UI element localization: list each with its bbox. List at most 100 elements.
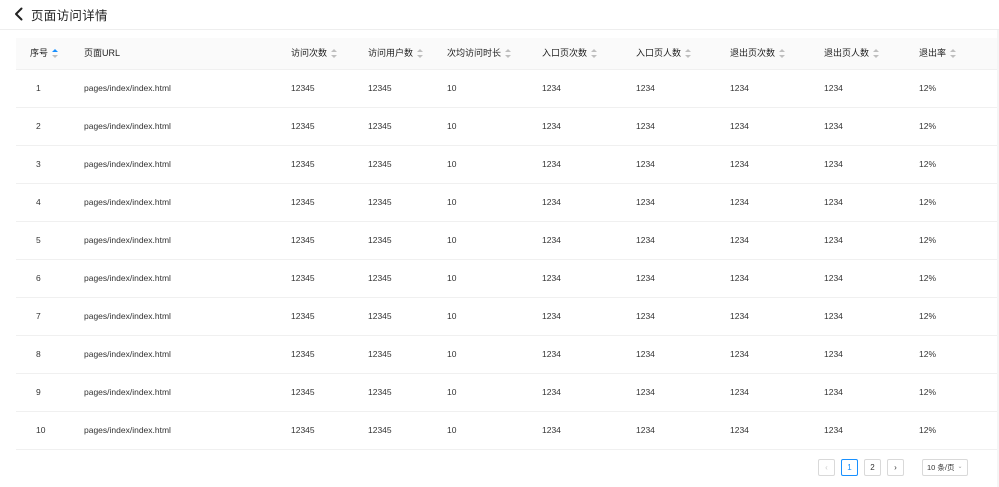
table-cell: 1234 xyxy=(730,311,749,321)
column-header: 页面URL xyxy=(84,38,120,69)
sort-icon[interactable] xyxy=(505,49,512,58)
column-header-label: 退出率 xyxy=(919,48,947,58)
sort-icon[interactable] xyxy=(685,49,692,58)
column-header[interactable]: 退出页次数 xyxy=(730,38,786,69)
table-row[interactable]: 2 pages/index/index.html 12345 12345 10 1234 1… xyxy=(16,108,999,146)
table-cell: 12% xyxy=(919,159,937,169)
pagination: ‹ 1 2 › 10 条/页 ⌄ xyxy=(818,458,968,476)
table-cell: 12345 xyxy=(291,349,315,359)
table-cell: 1234 xyxy=(542,349,561,359)
table-cell: 6 xyxy=(36,273,41,283)
page-1-button[interactable]: 1 xyxy=(841,458,858,476)
table-cell: 1234 xyxy=(636,197,655,207)
page-2-button[interactable]: 2 xyxy=(864,458,881,476)
column-header[interactable]: 入口页人数 xyxy=(636,38,692,69)
table-row[interactable]: 7 pages/index/index.html 12345 12345 10 1234 1… xyxy=(16,298,999,336)
table-cell: 4 xyxy=(36,197,41,207)
column-header[interactable]: 序号 xyxy=(30,38,59,69)
table-cell: 1234 xyxy=(542,273,561,283)
column-header[interactable]: 退出率 xyxy=(919,38,957,69)
table-row[interactable]: 10 pages/index/index.html 12345 12345 10 1234… xyxy=(16,412,999,450)
table-cell: 1234 xyxy=(636,83,655,93)
prev-page-button[interactable]: ‹ xyxy=(818,458,835,476)
table-cell: 12345 xyxy=(368,387,392,397)
table-cell: 10 xyxy=(447,235,457,245)
table-cell: 1234 xyxy=(636,349,655,359)
table-cell: 1234 xyxy=(542,83,561,93)
chevron-left-icon[interactable] xyxy=(14,7,24,21)
column-header-label: 访问用户数 xyxy=(368,48,414,58)
table-row[interactable]: 1 pages/index/index.html 12345 12345 10 1234 1… xyxy=(16,70,999,108)
table-cell: 12345 xyxy=(291,425,315,435)
table-cell: 1234 xyxy=(636,311,655,321)
table-row[interactable]: 3 pages/index/index.html 12345 12345 10 1234 1… xyxy=(16,146,999,184)
page-size-select[interactable]: 10 条/页 ⌄ xyxy=(922,458,968,476)
table-cell: pages/index/index.html xyxy=(84,83,171,93)
table-cell: 1234 xyxy=(824,197,843,207)
sort-icon[interactable] xyxy=(52,49,59,58)
sort-icon[interactable] xyxy=(873,49,880,58)
table-cell: 1234 xyxy=(542,235,561,245)
table-cell: 12345 xyxy=(291,197,315,207)
column-header[interactable]: 退出页人数 xyxy=(824,38,880,69)
table-cell: 12345 xyxy=(368,197,392,207)
table-cell: 2 xyxy=(36,121,41,131)
column-header[interactable]: 次均访问时长 xyxy=(447,38,512,69)
table-row[interactable]: 5 pages/index/index.html 12345 12345 10 1234 1… xyxy=(16,222,999,260)
table-cell: 12345 xyxy=(291,83,315,93)
table-cell: 10 xyxy=(447,83,457,93)
sort-icon[interactable] xyxy=(950,49,957,58)
table-row[interactable]: 6 pages/index/index.html 12345 12345 10 1234 1… xyxy=(16,260,999,298)
table-cell: 8 xyxy=(36,349,41,359)
table-cell: pages/index/index.html xyxy=(84,425,171,435)
table-cell: pages/index/index.html xyxy=(84,387,171,397)
table-cell: 10 xyxy=(447,425,457,435)
table-row[interactable]: 9 pages/index/index.html 12345 12345 10 1234 1… xyxy=(16,374,999,412)
table-cell: 1 xyxy=(36,83,41,93)
table-cell: 12345 xyxy=(368,235,392,245)
table-cell: 1234 xyxy=(730,159,749,169)
column-header[interactable]: 访问用户数 xyxy=(368,38,424,69)
table-row[interactable]: 4 pages/index/index.html 12345 12345 10 1234 1… xyxy=(16,184,999,222)
page-header: 页面访问详情 xyxy=(0,0,999,28)
column-header-label: 次均访问时长 xyxy=(447,48,502,58)
table-cell: 9 xyxy=(36,387,41,397)
page-root: 页面访问详情 序号 页面URL 访问次数 访问用户数 次均访问时长 入口页次数 入口页人数 退… xyxy=(0,0,999,487)
table-cell: pages/index/index.html xyxy=(84,197,171,207)
table-cell: 10 xyxy=(447,121,457,131)
table-cell: 1234 xyxy=(824,425,843,435)
table-cell: 1234 xyxy=(542,311,561,321)
next-page-button[interactable]: › xyxy=(887,458,904,476)
column-header[interactable]: 访问次数 xyxy=(291,38,338,69)
table-cell: 1234 xyxy=(824,273,843,283)
table-cell: 1234 xyxy=(542,197,561,207)
sort-icon[interactable] xyxy=(331,49,338,58)
table-cell: pages/index/index.html xyxy=(84,349,171,359)
table-cell: 12345 xyxy=(368,425,392,435)
sort-icon[interactable] xyxy=(779,49,786,58)
table-cell: 10 xyxy=(447,311,457,321)
table-cell: 10 xyxy=(447,159,457,169)
table-cell: pages/index/index.html xyxy=(84,121,171,131)
table-body: 1 pages/index/index.html 12345 12345 10 1234 1… xyxy=(16,70,999,450)
table-cell: 1234 xyxy=(824,83,843,93)
sort-icon[interactable] xyxy=(417,49,424,58)
table-cell: 12% xyxy=(919,273,937,283)
table-cell: 12345 xyxy=(368,83,392,93)
table-cell: pages/index/index.html xyxy=(84,311,171,321)
table-cell: 12% xyxy=(919,197,937,207)
table-cell: 1234 xyxy=(636,273,655,283)
sort-icon[interactable] xyxy=(591,49,598,58)
table-cell: 1234 xyxy=(824,235,843,245)
table-cell: 12345 xyxy=(368,159,392,169)
column-header-label: 入口页次数 xyxy=(542,48,588,58)
table-cell: 12345 xyxy=(368,311,392,321)
column-header[interactable]: 入口页次数 xyxy=(542,38,598,69)
table-cell: 1234 xyxy=(824,159,843,169)
table-cell: 12345 xyxy=(368,273,392,283)
table-cell: 1234 xyxy=(542,121,561,131)
table-cell: 12345 xyxy=(291,159,315,169)
table-cell: 1234 xyxy=(824,121,843,131)
table-row[interactable]: 8 pages/index/index.html 12345 12345 10 1234 1… xyxy=(16,336,999,374)
chevron-down-icon: ⌄ xyxy=(957,463,963,470)
